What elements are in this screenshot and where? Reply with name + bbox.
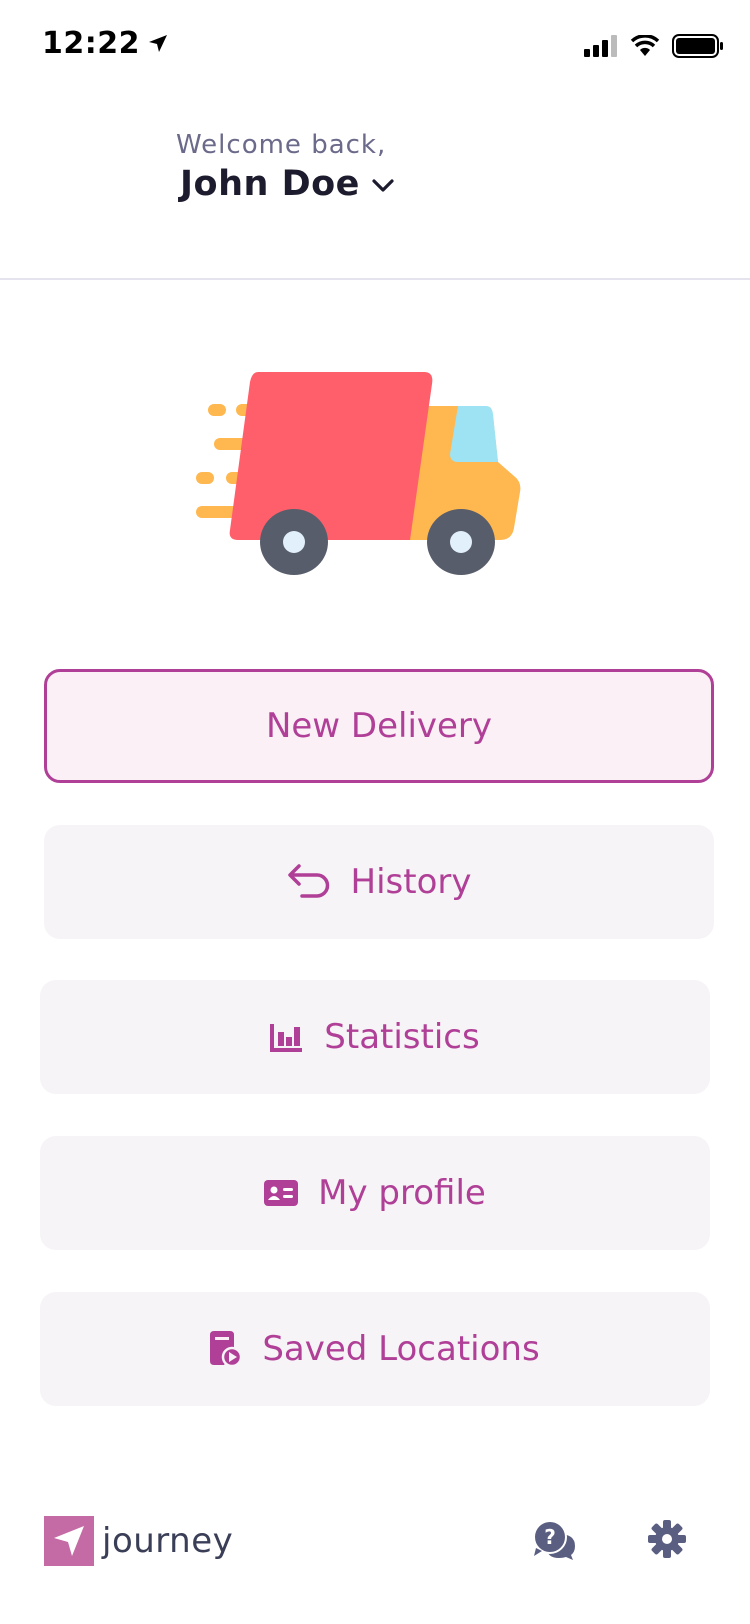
new-delivery-button[interactable]: New Delivery bbox=[44, 669, 714, 783]
status-icons bbox=[584, 34, 724, 58]
speed-line bbox=[196, 472, 214, 484]
welcome-text: Welcome back, bbox=[176, 130, 387, 160]
statistics-label: Statistics bbox=[324, 1017, 480, 1057]
delivery-truck-illustration bbox=[196, 372, 521, 575]
my-profile-label: My profile bbox=[318, 1173, 486, 1213]
bar-chart-icon bbox=[270, 1022, 304, 1052]
help-chat-icon[interactable]: ? bbox=[533, 1520, 577, 1564]
undo-arrow-icon bbox=[287, 863, 331, 901]
battery-icon bbox=[672, 34, 723, 58]
saved-locations-label: Saved Locations bbox=[262, 1329, 540, 1369]
location-arrow-icon bbox=[149, 34, 167, 52]
chevron-down-icon bbox=[372, 179, 394, 192]
status-bar: 12:22 bbox=[0, 0, 750, 92]
my-profile-button[interactable]: My profile bbox=[40, 1136, 710, 1250]
id-card-icon bbox=[264, 1180, 299, 1206]
navigation-arrow-icon bbox=[54, 1526, 84, 1556]
journey-logo: journey bbox=[44, 1516, 233, 1566]
footer: journey ? bbox=[0, 1500, 750, 1590]
statistics-button[interactable]: Statistics bbox=[40, 980, 710, 1094]
user-name: John Doe bbox=[180, 164, 360, 204]
speed-line bbox=[208, 404, 226, 416]
saved-locations-icon bbox=[210, 1331, 243, 1367]
wheel-hub bbox=[450, 531, 472, 553]
history-label: History bbox=[350, 862, 472, 902]
logo-text: journey bbox=[102, 1521, 234, 1561]
new-delivery-label: New Delivery bbox=[265, 706, 493, 746]
truck-cargo bbox=[229, 372, 433, 540]
settings-gear-icon[interactable] bbox=[648, 1520, 686, 1562]
status-time: 12:22 bbox=[42, 26, 168, 61]
history-button[interactable]: History bbox=[44, 825, 714, 939]
header: Welcome back, John Doe bbox=[0, 92, 750, 280]
logo-mark bbox=[44, 1516, 94, 1566]
wheel-hub bbox=[283, 531, 305, 553]
svg-text:?: ? bbox=[544, 1525, 556, 1549]
cellular-signal-icon bbox=[584, 35, 617, 57]
saved-locations-button[interactable]: Saved Locations bbox=[40, 1292, 710, 1406]
time-text: 12:22 bbox=[42, 26, 140, 61]
user-switcher[interactable]: John Doe bbox=[180, 164, 394, 204]
wifi-icon bbox=[630, 35, 660, 56]
truck-window bbox=[450, 406, 498, 462]
